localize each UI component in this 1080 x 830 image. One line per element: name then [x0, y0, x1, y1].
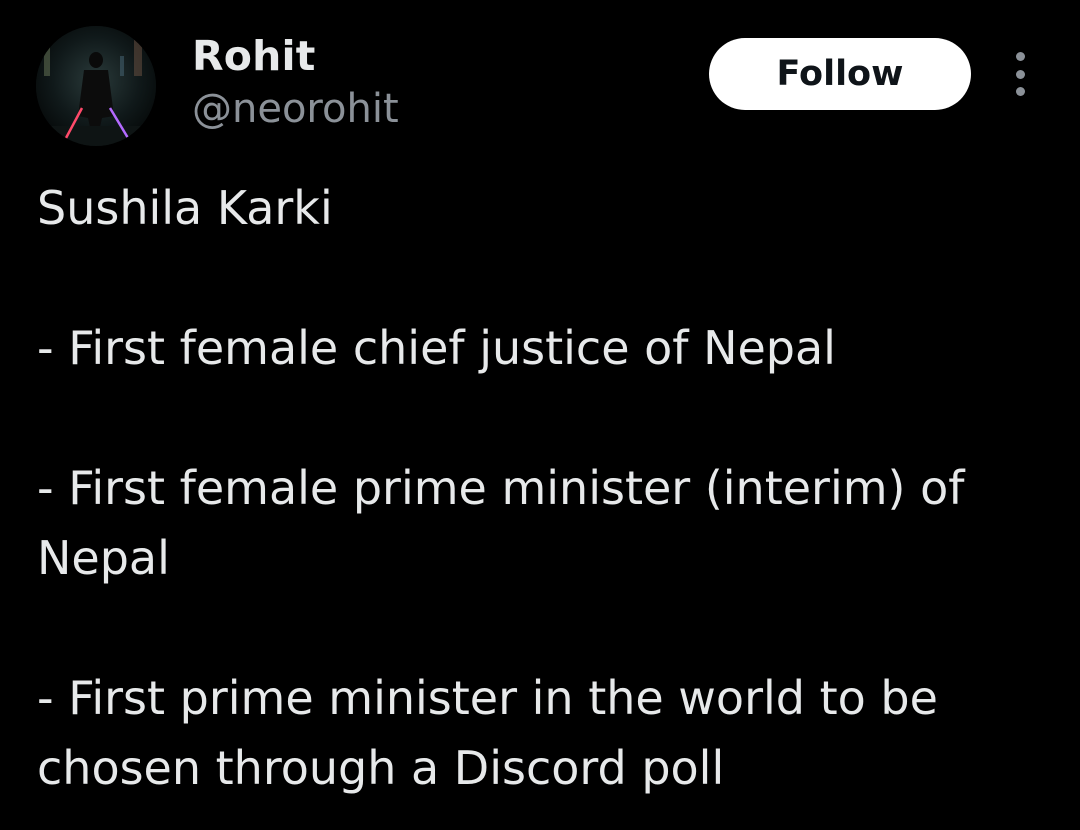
- follow-button[interactable]: Follow: [709, 38, 971, 110]
- author-name[interactable]: Rohit: [192, 30, 316, 82]
- tweet-line: - First female prime minister (interim) …: [37, 461, 965, 515]
- author-handle[interactable]: @neorohit: [192, 84, 399, 134]
- tweet-line: Sushila Karki: [37, 181, 333, 235]
- more-dot: [1015, 52, 1025, 61]
- avatar-image: [36, 26, 156, 146]
- tweet-card: Rohit @neorohit Follow Sushila Karki - F…: [0, 0, 1080, 830]
- avatar[interactable]: [36, 26, 156, 146]
- tweet-line: Nepal: [37, 531, 170, 585]
- more-vertical-icon[interactable]: [1004, 52, 1036, 96]
- tweet-text: Sushila Karki - First female chief justi…: [37, 173, 1047, 803]
- more-dot: [1015, 69, 1025, 79]
- tweet-line: - First prime minister in the world to b…: [37, 671, 938, 725]
- tweet-line: chosen through a Discord poll: [37, 741, 725, 795]
- tweet-line: - First female chief justice of Nepal: [37, 321, 836, 375]
- more-dot: [1015, 87, 1025, 96]
